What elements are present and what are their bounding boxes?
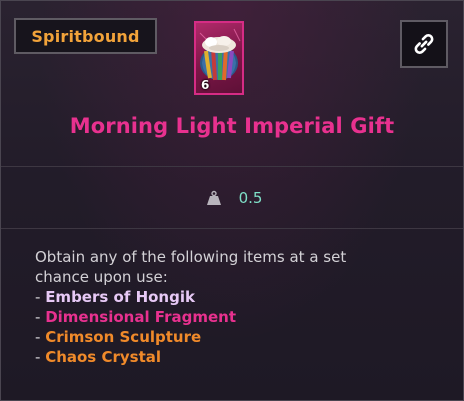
- reward-dash: -: [35, 328, 46, 346]
- reward-name: Dimensional Fragment: [45, 308, 236, 326]
- reward-name: Crimson Sculpture: [45, 328, 202, 346]
- reward-dash: -: [35, 348, 46, 366]
- link-button[interactable]: [400, 20, 448, 68]
- reward-name: Chaos Crystal: [45, 348, 161, 366]
- weight-divider: [1, 228, 463, 229]
- description-line-1: Obtain any of the following items at a s…: [35, 248, 347, 266]
- reward-name: Embers of Hongik: [45, 288, 195, 306]
- weight-value: 0.5: [238, 188, 263, 207]
- item-tooltip: Spiritbound 6 Morning Light Imperial Gif…: [0, 0, 464, 401]
- weight-icon: [206, 190, 221, 205]
- reward-dash: -: [35, 308, 46, 326]
- link-icon: [414, 34, 434, 54]
- spiritbound-tag: Spiritbound: [14, 18, 157, 54]
- reward-item: - Chaos Crystal: [35, 347, 445, 367]
- item-description: Obtain any of the following items at a s…: [35, 247, 445, 367]
- reward-item: - Dimensional Fragment: [35, 307, 445, 327]
- description-line-2: chance upon use:: [35, 268, 168, 286]
- weight-row: 0.5: [1, 167, 463, 228]
- item-title: Morning Light Imperial Gift: [69, 114, 395, 138]
- stack-count: 6: [201, 78, 210, 92]
- reward-item: - Crimson Sculpture: [35, 327, 445, 347]
- reward-dash: -: [35, 288, 46, 306]
- item-icon[interactable]: 6: [194, 21, 244, 95]
- tooltip-header: Spiritbound 6 Morning Light Imperial Gif…: [1, 1, 463, 166]
- reward-item: - Embers of Hongik: [35, 287, 445, 307]
